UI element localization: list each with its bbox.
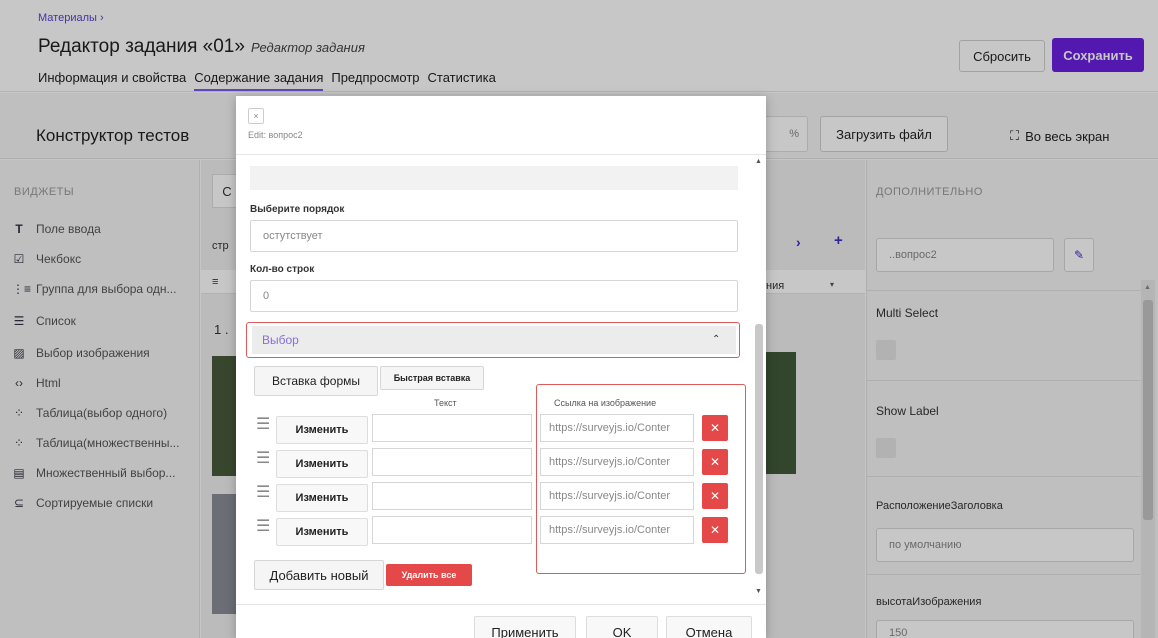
cancel-button[interactable]: Отмена <box>666 616 752 638</box>
modal-scrollbar-thumb[interactable] <box>755 324 763 574</box>
drag-handle-icon[interactable]: ☰ <box>256 448 270 468</box>
order-select[interactable]: остутствует <box>250 220 738 252</box>
divider <box>236 604 766 605</box>
scroll-down-icon[interactable]: ▼ <box>755 588 762 595</box>
delete-all-button[interactable]: Удалить все <box>386 564 472 586</box>
modal-title: Edit: вопрос2 <box>248 130 303 140</box>
image-link-highlight <box>536 384 746 574</box>
edit-choice-button[interactable]: Изменить <box>276 484 368 512</box>
choice-text-input[interactable] <box>372 516 532 544</box>
add-new-button[interactable]: Добавить новый <box>254 560 384 590</box>
choice-text-input[interactable] <box>372 414 532 442</box>
edit-choice-button[interactable]: Изменить <box>276 518 368 546</box>
edit-question-modal: × Edit: вопрос2 Выберите порядок остутст… <box>236 96 766 638</box>
choices-section-header[interactable]: Выбор <box>252 326 736 354</box>
column-text-header: Текст <box>434 398 457 408</box>
chevron-up-icon[interactable]: ⌃ <box>712 334 720 345</box>
rows-count-label: Кол-во строк <box>250 264 315 275</box>
collapsed-field <box>250 166 738 190</box>
divider <box>236 154 766 155</box>
ok-button[interactable]: OK <box>586 616 658 638</box>
quick-insert-button[interactable]: Быстрая вставка <box>380 366 484 390</box>
rows-count-input[interactable]: 0 <box>250 280 738 312</box>
choice-text-input[interactable] <box>372 482 532 510</box>
order-label: Выберите порядок <box>250 204 345 215</box>
drag-handle-icon[interactable]: ☰ <box>256 414 270 434</box>
scroll-up-icon[interactable]: ▲ <box>755 158 762 165</box>
form-insert-button[interactable]: Вставка формы <box>254 366 378 396</box>
close-icon[interactable]: × <box>248 108 264 124</box>
choice-text-input[interactable] <box>372 448 532 476</box>
edit-choice-button[interactable]: Изменить <box>276 416 368 444</box>
drag-handle-icon[interactable]: ☰ <box>256 516 270 536</box>
apply-button[interactable]: Применить <box>474 616 576 638</box>
drag-handle-icon[interactable]: ☰ <box>256 482 270 502</box>
edit-choice-button[interactable]: Изменить <box>276 450 368 478</box>
